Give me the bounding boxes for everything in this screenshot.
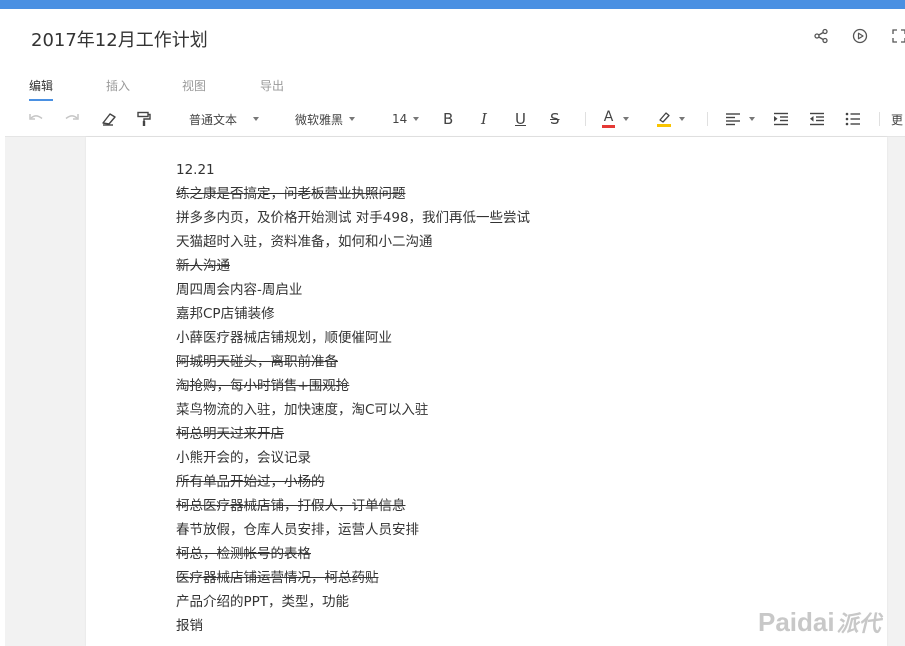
paragraph-style-select[interactable]: 普通文本 <box>189 110 260 128</box>
paragraph-line[interactable]: 春节放假，仓库人员安排，运营人员安排 <box>176 518 876 542</box>
paragraph-line[interactable]: 淘抢购，每小时销售+围观抢 <box>176 374 876 398</box>
more-button[interactable]: 更 <box>891 110 903 128</box>
document-body[interactable]: 12.21 练之康是否搞定，问老板营业执照问题 拼多多内页，及价格开始测试 对手49… <box>176 158 876 638</box>
indent-decrease-button[interactable] <box>809 110 825 128</box>
chevron-down-icon <box>349 117 356 121</box>
fullscreen-icon[interactable] <box>891 28 905 44</box>
strikethrough-button[interactable]: S <box>550 110 560 128</box>
paragraph-line[interactable]: 周四周会内容-周启业 <box>176 278 876 302</box>
toolbar-divider <box>585 112 586 126</box>
eraser-icon[interactable] <box>100 110 118 128</box>
top-accent-bar <box>0 0 905 9</box>
indent-increase-button[interactable] <box>773 110 789 128</box>
underline-button[interactable]: U <box>515 110 526 128</box>
document-title[interactable]: 2017年12月工作计划 <box>31 26 208 52</box>
paragraph-line[interactable]: 所有单品开始过，小杨的 <box>176 470 876 494</box>
chevron-down-icon <box>749 117 755 121</box>
undo-icon[interactable] <box>27 110 45 128</box>
chevron-down-icon <box>413 117 420 121</box>
ribbon-tabs: 编辑 插入 视图 导出 <box>5 66 905 102</box>
format-painter-icon[interactable] <box>135 110 153 128</box>
font-color-button[interactable]: A <box>602 110 629 128</box>
tab-view[interactable]: 视图 <box>182 77 206 101</box>
highlighter-icon <box>657 111 671 127</box>
bold-button[interactable]: B <box>443 110 453 128</box>
font-color-swatch <box>602 124 615 128</box>
play-icon[interactable] <box>852 28 868 44</box>
tab-insert[interactable]: 插入 <box>106 77 130 101</box>
font-family-select[interactable]: 微软雅黑 <box>295 110 356 128</box>
paragraph-line[interactable]: 柯总医疗器械店铺，打假人，订单信息 <box>176 494 876 518</box>
chevron-down-icon <box>679 117 685 121</box>
font-size-value: 14 <box>392 112 408 126</box>
redo-icon[interactable] <box>63 110 81 128</box>
tab-export[interactable]: 导出 <box>260 77 284 101</box>
highlight-color-swatch <box>657 124 671 127</box>
chevron-down-icon <box>253 117 260 121</box>
align-left-button[interactable] <box>725 110 755 128</box>
paragraph-line[interactable]: 柯总，检测帐号的表格 <box>176 542 876 566</box>
paragraph-line[interactable]: 天猫超时入驻，资料准备，如何和小二沟通 <box>176 230 876 254</box>
align-left-icon <box>726 113 740 126</box>
paragraph-line[interactable]: 嘉邦CP店铺装修 <box>176 302 876 326</box>
paragraph-line[interactable]: 新人沟通 <box>176 254 876 278</box>
paragraph-line[interactable]: 菜鸟物流的入驻，加快速度，淘C可以入驻 <box>176 398 876 422</box>
paragraph-line[interactable]: 小熊开会的，会议记录 <box>176 446 876 470</box>
chevron-down-icon <box>623 117 629 121</box>
indent-increase-icon <box>774 112 788 126</box>
bullet-list-button[interactable] <box>845 110 861 128</box>
paragraph-line[interactable]: 阿城明天碰头，离职前准备 <box>176 350 876 374</box>
watermark-logo: Paidai派代 <box>758 607 881 637</box>
toolbar-divider <box>879 112 880 126</box>
paragraph-line[interactable]: 12.21 <box>176 158 876 182</box>
share-icon[interactable] <box>813 28 829 44</box>
paragraph-line[interactable]: 小薛医疗器械店铺规划，顺便催阿业 <box>176 326 876 350</box>
paragraph-line[interactable]: 医疗器械店铺运营情况，柯总药贴 <box>176 566 876 590</box>
paragraph-line[interactable]: 练之康是否搞定，问老板营业执照问题 <box>176 182 876 206</box>
font-size-select[interactable]: 14 <box>392 110 420 128</box>
paragraph-line[interactable]: 拼多多内页，及价格开始测试 对手498，我们再低一些尝试 <box>176 206 876 230</box>
formatting-toolbar: 普通文本 微软雅黑 14 B I U S A 更 <box>5 102 905 137</box>
highlight-color-button[interactable] <box>657 110 685 128</box>
font-color-icon: A <box>602 110 615 128</box>
tab-edit[interactable]: 编辑 <box>29 77 54 101</box>
indent-decrease-icon <box>810 112 824 126</box>
bullet-list-icon <box>845 112 860 126</box>
document-header: 2017年12月工作计划 <box>5 9 905 67</box>
toolbar-divider <box>707 112 708 126</box>
font-family-value: 微软雅黑 <box>295 112 344 127</box>
paragraph-line[interactable]: 柯总明天过来开店 <box>176 422 876 446</box>
italic-button[interactable]: I <box>481 110 487 128</box>
paragraph-style-value: 普通文本 <box>189 112 238 127</box>
